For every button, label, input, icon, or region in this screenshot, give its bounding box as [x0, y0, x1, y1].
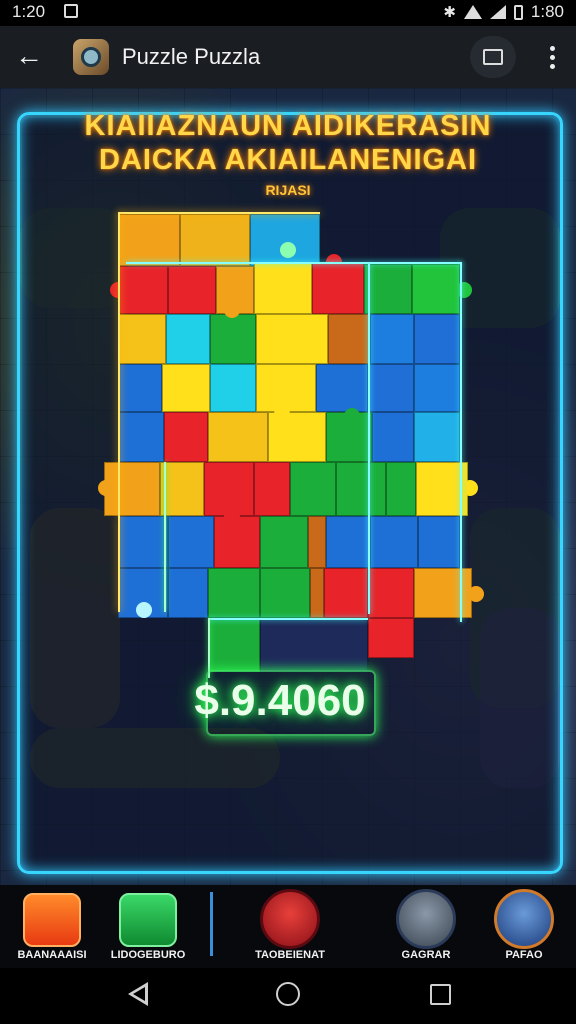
bluetooth-icon: ✱ [443, 4, 456, 21]
puzzle-piece[interactable] [168, 568, 208, 618]
mail-icon [494, 889, 554, 949]
puzzle-piece[interactable] [370, 516, 418, 568]
puzzle-piece[interactable] [118, 314, 166, 364]
puzzle-piece[interactable] [316, 364, 368, 412]
status-time: 1:20 [12, 2, 46, 21]
toolbar-item-shop[interactable]: BAANAAAISI [14, 885, 90, 968]
puzzle-piece[interactable] [310, 568, 324, 618]
puzzle-piece[interactable] [208, 568, 260, 618]
puzzle-piece[interactable] [160, 462, 204, 516]
puzzle-headline-line1: KIAIIAZNAUN AIDIKERASIN [84, 110, 492, 142]
battery-icon [513, 4, 523, 20]
puzzle-piece[interactable] [210, 364, 256, 412]
puzzle-piece[interactable] [372, 412, 414, 462]
toolbar-item-leaf[interactable]: LIDOGEBURO [108, 885, 188, 968]
puzzle-piece[interactable] [254, 262, 312, 314]
puzzle-piece[interactable] [118, 516, 168, 568]
bottom-toolbar: BAANAAAISI LIDOGEBURO TAOBEIENAT GAGRAR … [0, 885, 576, 968]
puzzle-board[interactable] [98, 212, 484, 682]
puzzle-piece[interactable] [290, 462, 336, 516]
nav-recents-icon[interactable] [430, 984, 451, 1005]
puzzle-piece[interactable] [118, 214, 180, 266]
status-icons: ✱ 1:80 [443, 2, 564, 22]
shop-bag-icon [23, 893, 81, 947]
toolbar-item-mail[interactable]: PAFAO [486, 885, 562, 968]
puzzle-piece[interactable] [168, 516, 214, 568]
puzzle-piece[interactable] [328, 314, 370, 364]
notification-icon [64, 4, 78, 18]
nav-back-icon-inner [133, 987, 145, 1001]
toolbar-divider [210, 892, 213, 956]
puzzle-piece[interactable] [312, 262, 364, 314]
puzzle-piece[interactable] [364, 264, 412, 314]
puzzle-piece[interactable] [268, 412, 326, 462]
puzzle-piece[interactable] [260, 618, 368, 672]
puzzle-piece[interactable] [166, 314, 210, 364]
cast-icon [483, 49, 503, 65]
puzzle-piece[interactable] [414, 364, 460, 412]
puzzle-piece[interactable] [368, 364, 414, 412]
puzzle-piece[interactable] [260, 568, 310, 618]
puzzle-piece[interactable] [254, 462, 290, 516]
puzzle-sub-label: RIJASI [265, 182, 311, 198]
puzzle-piece[interactable] [208, 412, 268, 462]
puzzle-piece[interactable] [168, 266, 216, 314]
status-bar: 1:20 ✱ 1:80 [0, 0, 576, 26]
puzzle-piece[interactable] [336, 462, 386, 516]
puzzle-piece[interactable] [414, 412, 460, 462]
nav-home-icon[interactable] [276, 982, 300, 1006]
puzzle-piece[interactable] [386, 462, 416, 516]
app-title: Puzzle Puzzla [122, 44, 261, 69]
signal-icon [489, 5, 506, 19]
puzzle-piece[interactable] [118, 412, 164, 462]
wifi-icon [463, 5, 482, 19]
puzzle-piece[interactable] [324, 568, 368, 618]
puzzle-piece[interactable] [256, 314, 328, 364]
back-arrow-icon[interactable]: ← [12, 40, 46, 74]
puzzle-piece[interactable] [414, 568, 472, 618]
puzzle-piece[interactable] [308, 516, 326, 568]
gear-icon [396, 889, 456, 949]
puzzle-piece[interactable] [162, 364, 210, 412]
puzzle-piece[interactable] [118, 364, 162, 412]
status-clock: 1:80 [530, 2, 564, 21]
puzzle-piece[interactable] [414, 314, 460, 364]
toolbar-item-settings[interactable]: GAGRAR [388, 885, 464, 968]
chat-bubble-icon [260, 889, 320, 949]
puzzle-piece[interactable] [370, 314, 414, 364]
puzzle-piece[interactable] [164, 412, 208, 462]
puzzle-piece[interactable] [326, 516, 370, 568]
cast-button[interactable] [470, 36, 516, 78]
toolbar-item-chat[interactable]: TAOBEIENAT [250, 885, 330, 968]
leaf-emblem-icon [119, 893, 177, 947]
puzzle-piece[interactable] [368, 568, 414, 618]
puzzle-piece[interactable] [260, 516, 308, 568]
puzzle-piece[interactable] [418, 516, 460, 568]
puzzle-piece[interactable] [210, 314, 256, 364]
puzzle-piece[interactable] [368, 618, 414, 658]
puzzle-piece[interactable] [180, 214, 250, 266]
more-options-icon[interactable] [540, 40, 564, 74]
app-logo-icon [73, 39, 109, 75]
puzzle-piece[interactable] [208, 618, 260, 672]
score-value: $.9.4060 [194, 676, 366, 725]
puzzle-piece[interactable] [214, 516, 260, 568]
app-bar: ← Puzzle Puzzla [0, 26, 576, 88]
system-nav-bar [0, 968, 576, 1024]
puzzle-headline-line2: DAICKA AKIAILANENIGAI [98, 144, 478, 176]
puzzle-piece[interactable] [412, 264, 460, 314]
puzzle-piece[interactable] [250, 214, 320, 266]
